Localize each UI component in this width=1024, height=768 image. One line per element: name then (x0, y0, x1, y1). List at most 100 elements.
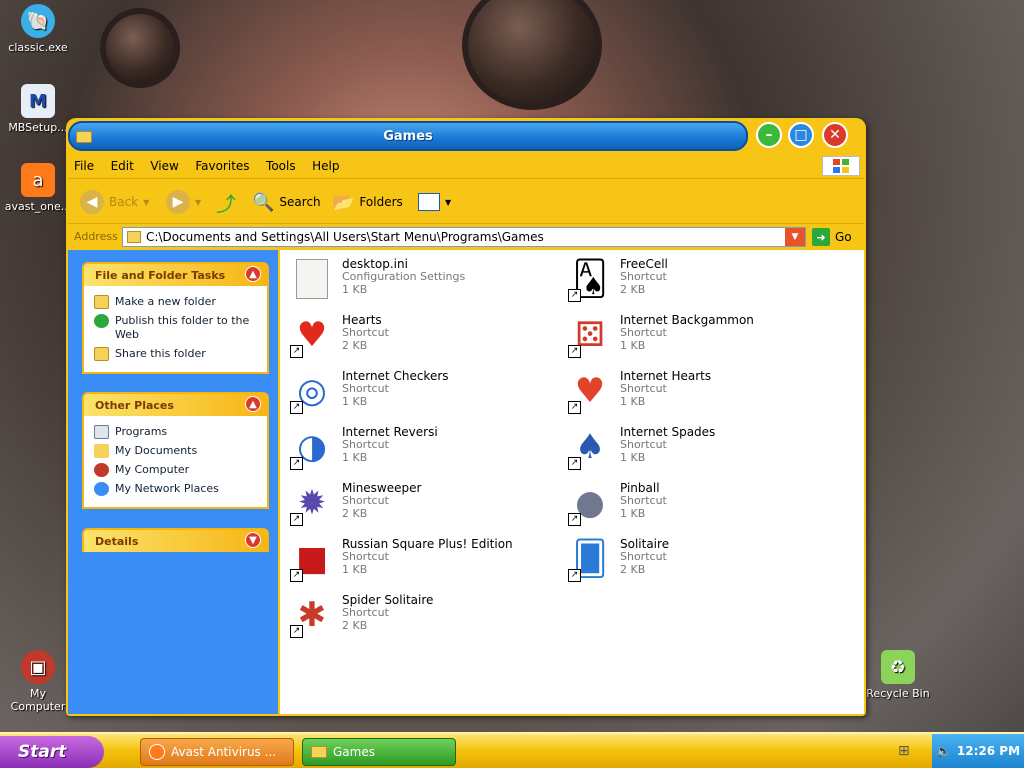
file-item[interactable]: ♥ ↗ Internet Hearts Shortcut 1 KB (562, 365, 832, 417)
menu-tools[interactable]: Tools (260, 155, 303, 173)
chevron-down-icon: ▼ (195, 197, 202, 207)
address-label: Address (74, 230, 118, 243)
globe-icon (94, 314, 109, 328)
panel-body: Make a new folder Publish this folder to… (84, 286, 267, 372)
panel-header[interactable]: Details ▼ (84, 530, 267, 552)
folders-button[interactable]: 📂 Folders (332, 187, 403, 217)
avast-icon (149, 744, 165, 760)
file-type: Shortcut (620, 494, 667, 507)
menu-favorites[interactable]: Favorites (189, 155, 256, 173)
file-type: Shortcut (342, 494, 389, 507)
file-item[interactable]: ◎ ↗ Internet Checkers Shortcut 1 KB (284, 365, 554, 417)
task-label: Share this folder (115, 347, 206, 360)
wallpaper-eye-right (462, 0, 602, 110)
network-tray-icon[interactable]: ⊞ (898, 743, 910, 759)
file-item[interactable]: ✹ ↗ Minesweeper Shortcut 2 KB (284, 477, 554, 529)
minimize-button[interactable]: – (756, 122, 782, 148)
panel-header[interactable]: Other Places ▲ (84, 394, 267, 416)
file-item[interactable]: ♠ ↗ Internet Spades Shortcut 1 KB (562, 421, 832, 473)
task-share-folder[interactable]: Share this folder (94, 347, 261, 361)
desktop-icon-label: avast_one... (4, 200, 72, 213)
maximize-button[interactable]: □ (788, 122, 814, 148)
desktop-icon-label: Recycle Bin (866, 687, 930, 700)
pinball-icon: ● ↗ (567, 479, 613, 527)
place-my-network[interactable]: My Network Places (94, 482, 261, 496)
address-input[interactable]: C:\Documents and Settings\All Users\Star… (122, 227, 806, 247)
file-size: 1 KB (620, 507, 646, 520)
file-size: 2 KB (342, 619, 368, 632)
desktop-icon-recycle-bin[interactable]: ♻ Recycle Bin (862, 650, 934, 700)
address-dropdown-button[interactable]: ▼ (785, 228, 805, 246)
panel-header[interactable]: File and Folder Tasks ▲ (84, 264, 267, 286)
file-name: Spider Solitaire (342, 593, 434, 607)
desktop-icon-mbsetup[interactable]: M MBSetup... (2, 84, 74, 134)
task-make-new-folder[interactable]: Make a new folder (94, 295, 261, 309)
my-computer-icon (94, 463, 109, 477)
title-bar[interactable]: Games – □ ✕ (66, 118, 866, 154)
file-name: Internet Hearts (620, 369, 712, 383)
back-button[interactable]: ◀ Back ▼ (80, 187, 149, 217)
shortcut-arrow-icon: ↗ (568, 513, 581, 526)
file-name: Minesweeper (342, 481, 422, 495)
task-games[interactable]: Games (302, 738, 456, 766)
go-button[interactable]: ➜ Go (812, 228, 852, 246)
desktop-icon-avast[interactable]: a avast_one... (2, 163, 74, 213)
shortcut-arrow-icon: ↗ (290, 457, 303, 470)
forward-button[interactable]: ▶ ▼ (166, 187, 201, 217)
search-button[interactable]: 🔍 Search (252, 187, 321, 217)
explorer-window: Games – □ ✕ File Edit View Favorites Too… (66, 118, 866, 716)
collapse-icon[interactable]: ▲ (245, 396, 261, 412)
collapse-icon[interactable]: ▲ (245, 266, 261, 282)
window-title: Games (383, 129, 433, 144)
file-size: 1 KB (342, 395, 368, 408)
menu-help[interactable]: Help (306, 155, 346, 173)
folder-icon (127, 231, 141, 243)
volume-icon[interactable]: 🔈 (936, 744, 951, 758)
task-avast[interactable]: Avast Antivirus ... (140, 738, 294, 766)
shortcut-arrow-icon: ↗ (290, 401, 303, 414)
desktop-icon-my-computer[interactable]: ▣ My Computer (2, 650, 74, 713)
spider-solitaire-icon: ✱ ↗ (289, 591, 335, 639)
file-item[interactable]: ■ ↗ Russian Square Plus! Edition Shortcut… (284, 533, 554, 585)
file-size: 2 KB (342, 507, 368, 520)
backgammon-icon: ⚄ ↗ (567, 311, 613, 359)
start-button[interactable]: Start (0, 736, 104, 768)
file-item[interactable]: ✱ ↗ Spider Solitaire Shortcut 2 KB (284, 589, 554, 641)
file-item[interactable]: ♥ ↗ Hearts Shortcut 2 KB (284, 309, 554, 361)
file-type: Shortcut (620, 270, 667, 283)
shortcut-arrow-icon: ↗ (568, 569, 581, 582)
back-label: Back (109, 195, 139, 209)
place-label: My Documents (115, 444, 198, 457)
place-programs[interactable]: Programs (94, 425, 261, 439)
desktop-icon-classic[interactable]: 🐚 classic.exe (2, 4, 74, 54)
close-button[interactable]: ✕ (822, 122, 848, 148)
place-label: My Network Places (115, 482, 219, 495)
start-label: Start (18, 742, 67, 762)
up-folder-button[interactable]: ⤴ (216, 187, 236, 217)
panel-body: Programs My Documents My Computer My Net… (84, 416, 267, 507)
file-name: desktop.ini (342, 257, 408, 271)
panel-title: Details (95, 535, 139, 548)
computer-icon: ▣ (21, 650, 55, 684)
task-publish-web[interactable]: Publish this folder to the Web (94, 314, 261, 342)
details-panel: Details ▼ (82, 528, 269, 552)
menu-edit[interactable]: Edit (105, 155, 141, 173)
menu-file[interactable]: File (68, 155, 101, 173)
clock[interactable]: 12:26 PM (957, 744, 1020, 758)
file-item[interactable]: ◑ ↗ Internet Reversi Shortcut 1 KB (284, 421, 554, 473)
file-item[interactable]: ● ↗ Pinball Shortcut 1 KB (562, 477, 832, 529)
file-item[interactable]: 🂡 ↗ FreeCell Shortcut 2 KB (562, 253, 832, 305)
file-size: 2 KB (620, 283, 646, 296)
file-type: Shortcut (620, 438, 667, 451)
place-my-computer[interactable]: My Computer (94, 463, 261, 477)
file-item[interactable]: desktop.ini Configuration Settings 1 KB (284, 253, 554, 305)
config-file-icon (289, 255, 335, 303)
expand-icon[interactable]: ▼ (245, 532, 261, 548)
task-label: Make a new folder (115, 295, 216, 308)
task-label: Avast Antivirus ... (171, 745, 277, 759)
file-item[interactable]: ⚄ ↗ Internet Backgammon Shortcut 1 KB (562, 309, 832, 361)
menu-view[interactable]: View (144, 155, 185, 173)
file-item[interactable]: 🂠 ↗ Solitaire Shortcut 2 KB (562, 533, 832, 585)
place-my-documents[interactable]: My Documents (94, 444, 261, 458)
views-button[interactable]: ▼ (418, 187, 451, 217)
